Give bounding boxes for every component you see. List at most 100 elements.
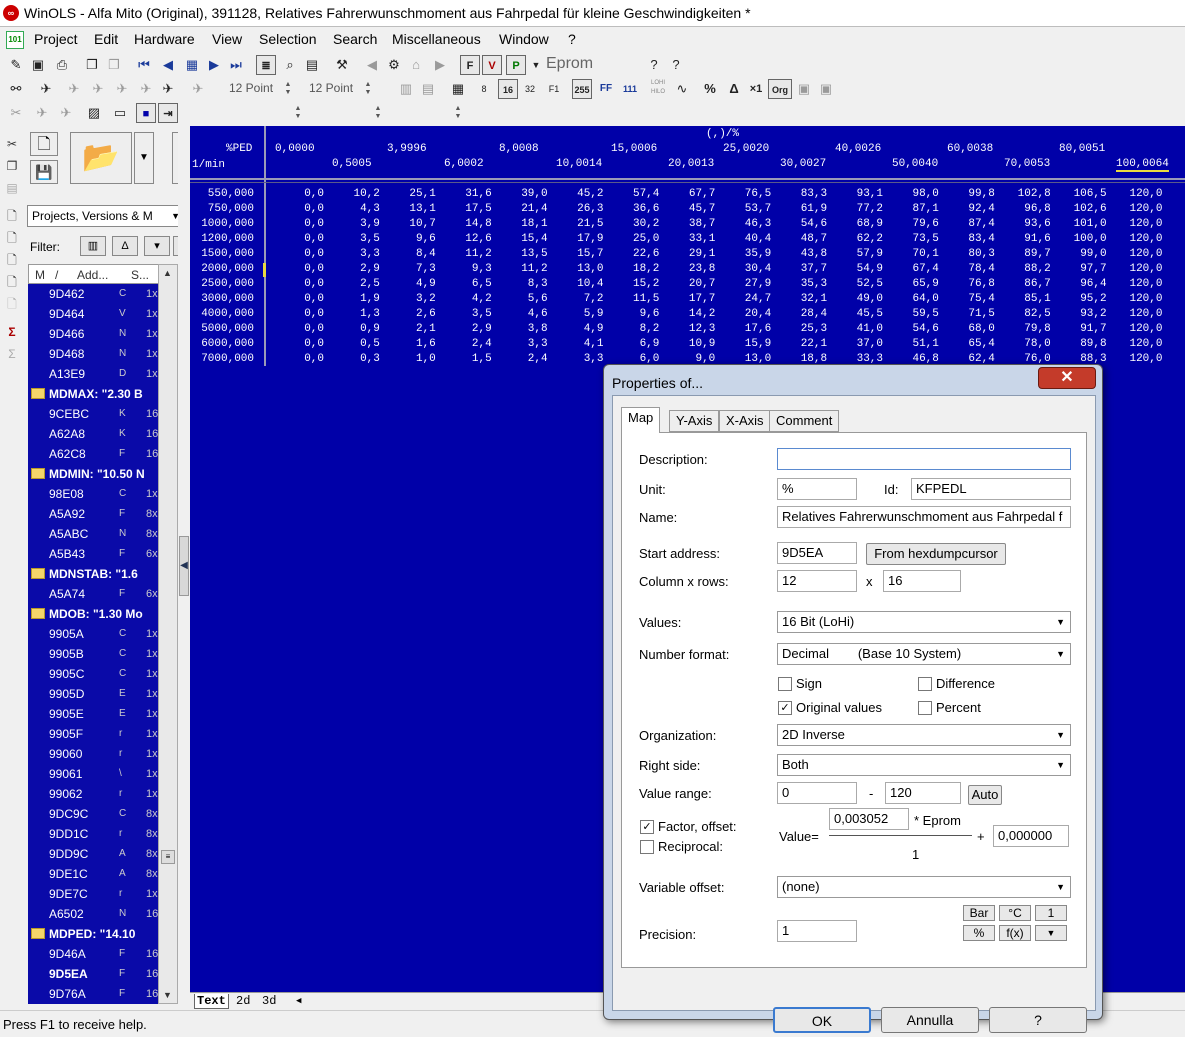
map-cell[interactable]: 52,5 <box>843 278 883 290</box>
map-cell[interactable]: 87,1 <box>899 203 938 215</box>
map-cell[interactable]: 0,0 <box>284 203 324 215</box>
map-cell[interactable]: 68,9 <box>843 218 883 230</box>
id-field[interactable]: KFPEDL <box>911 478 1071 500</box>
filter-delta-button[interactable]: Δ <box>112 236 138 256</box>
map-cell[interactable]: 36,6 <box>619 203 659 215</box>
map-cell[interactable]: 10,2 <box>340 188 379 200</box>
map-cell[interactable]: 40,4 <box>731 233 771 245</box>
collapse-panel-icon[interactable]: ◀ <box>179 536 189 596</box>
layout-a-icon[interactable]: ▣ <box>794 79 814 99</box>
map-cell[interactable]: 2,4 <box>452 338 492 350</box>
map-cell[interactable]: 0,0 <box>284 248 324 260</box>
name-field[interactable]: Relatives Fahrerwunschmoment aus Fahrped… <box>777 506 1071 528</box>
offset-field[interactable]: 0,000000 <box>993 825 1069 847</box>
open-dropdown-icon[interactable]: ▼ <box>134 132 154 184</box>
map-cell[interactable]: 93,6 <box>1011 218 1050 230</box>
map-cell[interactable]: 99,0 <box>1067 248 1106 260</box>
list-item[interactable]: 9D5EA F 16 <box>28 964 158 984</box>
map-cell[interactable]: 1,0 <box>396 353 436 365</box>
width-f1-icon[interactable]: F1 <box>544 79 564 99</box>
map-cell[interactable]: 38,7 <box>675 218 715 230</box>
map-cell[interactable]: 0,0 <box>284 278 324 290</box>
scroll-down-icon[interactable]: ▼ <box>163 990 172 1000</box>
map-cell[interactable]: 54,9 <box>843 263 883 275</box>
columns-icon[interactable]: ▥ <box>396 79 416 99</box>
tool-b-icon[interactable]: ✈ <box>64 79 84 99</box>
map-cell[interactable]: 12,3 <box>675 323 715 335</box>
map-cell[interactable]: 30,2 <box>619 218 659 230</box>
map-cell[interactable]: 0,0 <box>284 293 324 305</box>
map-cell[interactable]: 17,6 <box>731 323 771 335</box>
map-cell[interactable]: 17,9 <box>564 233 603 245</box>
width-16-icon[interactable]: 16 <box>498 79 518 99</box>
map-cell[interactable]: 11,5 <box>619 293 659 305</box>
menu-help[interactable]: ? <box>568 31 576 47</box>
width-32-icon[interactable]: 32 <box>520 79 540 99</box>
map-cell[interactable]: 25,1 <box>396 188 435 200</box>
map-cell[interactable]: 9,3 <box>452 263 492 275</box>
list-item[interactable]: 9905D E 1x <box>28 684 158 704</box>
unit-one-button[interactable]: 1 <box>1035 905 1067 921</box>
map-cell[interactable]: 79,8 <box>1011 323 1050 335</box>
unit-celsius-button[interactable]: °C <box>999 905 1031 921</box>
map-cell[interactable]: 0,0 <box>284 338 324 350</box>
map-cell[interactable]: 45,5 <box>843 308 883 320</box>
table-icon[interactable]: ▦ <box>448 79 468 99</box>
scroll-up-icon[interactable]: ▲ <box>163 268 172 278</box>
map-cell[interactable]: 37,7 <box>787 263 827 275</box>
map-cell[interactable]: 13,0 <box>564 263 603 275</box>
new-doc-2-icon[interactable]: 🗋 <box>2 228 22 248</box>
tools-icon[interactable]: ⚒ <box>332 55 352 75</box>
columns-field[interactable]: 12 <box>777 570 857 592</box>
first-icon[interactable]: ⏮ <box>134 55 154 75</box>
map-cell[interactable]: 9,6 <box>619 308 660 320</box>
map-cell[interactable]: 28,4 <box>787 308 827 320</box>
list-item[interactable]: 9D76A F 16 <box>28 984 158 1004</box>
copy-icon[interactable]: ❐ <box>2 156 22 176</box>
map-cell[interactable]: 7,2 <box>564 293 604 305</box>
map-cell[interactable]: 20,4 <box>731 308 771 320</box>
list-item[interactable]: A5A92 F 8x <box>28 504 158 524</box>
map-cell[interactable]: 25,0 <box>619 233 659 245</box>
map-cell[interactable]: 1,9 <box>340 293 380 305</box>
list-item[interactable]: 9905C C 1x <box>28 664 158 684</box>
map-cell[interactable]: 39,0 <box>508 188 547 200</box>
map-cell[interactable]: 24,7 <box>731 293 771 305</box>
last-icon[interactable]: ⏭ <box>226 55 246 75</box>
grid-icon[interactable]: ▦ <box>182 55 202 75</box>
map-cell[interactable]: 120,0 <box>1123 338 1162 350</box>
map-cell[interactable]: 106,5 <box>1067 188 1107 200</box>
map-cell[interactable]: 95,2 <box>1067 293 1106 305</box>
percent-icon[interactable]: % <box>700 79 720 99</box>
map-cell[interactable]: 13,5 <box>508 248 547 260</box>
menu-search[interactable]: Search <box>333 31 377 47</box>
map-cell[interactable]: 54,6 <box>787 218 827 230</box>
map-cell[interactable]: 88,2 <box>1011 263 1050 275</box>
list-item[interactable]: 9905A C 1x <box>28 624 158 644</box>
menu-edit[interactable]: Edit <box>94 31 118 47</box>
map-cell[interactable]: 25,3 <box>787 323 827 335</box>
map-cell[interactable]: 27,9 <box>731 278 771 290</box>
tool-g-icon[interactable]: ✈ <box>188 79 208 99</box>
unit-more-button[interactable]: ▼ <box>1035 925 1067 941</box>
map-cell[interactable]: 7,3 <box>396 263 436 275</box>
map-cell[interactable]: 92,4 <box>955 203 994 215</box>
map-cell[interactable]: 3,5 <box>452 308 492 320</box>
font-size-1[interactable]: 12 Point <box>229 81 273 95</box>
decimal-255-button[interactable]: 255 <box>572 79 592 99</box>
map-cell[interactable]: 120,0 <box>1123 278 1162 290</box>
document-window-icon[interactable]: 101 <box>6 31 24 49</box>
map-cell[interactable]: 68,0 <box>955 323 994 335</box>
rect-select-icon[interactable]: ▭ <box>110 103 130 123</box>
filter-options-button[interactable]: ▾ <box>144 236 170 256</box>
list-item[interactable]: 9DD9C A 8x <box>28 844 158 864</box>
list-item[interactable]: 9905B C 1x <box>28 644 158 664</box>
map-cell[interactable]: 4,9 <box>564 323 604 335</box>
map-cell[interactable]: 99,8 <box>955 188 994 200</box>
map-cell[interactable]: 8,2 <box>619 323 660 335</box>
map-cell[interactable]: 3,5 <box>340 233 380 245</box>
map-cell[interactable]: 102,8 <box>1011 188 1051 200</box>
map-cell[interactable]: 2,1 <box>396 323 436 335</box>
map-cell[interactable]: 120,0 <box>1123 263 1162 275</box>
original-values-checkbox[interactable]: ✓ <box>778 701 792 715</box>
